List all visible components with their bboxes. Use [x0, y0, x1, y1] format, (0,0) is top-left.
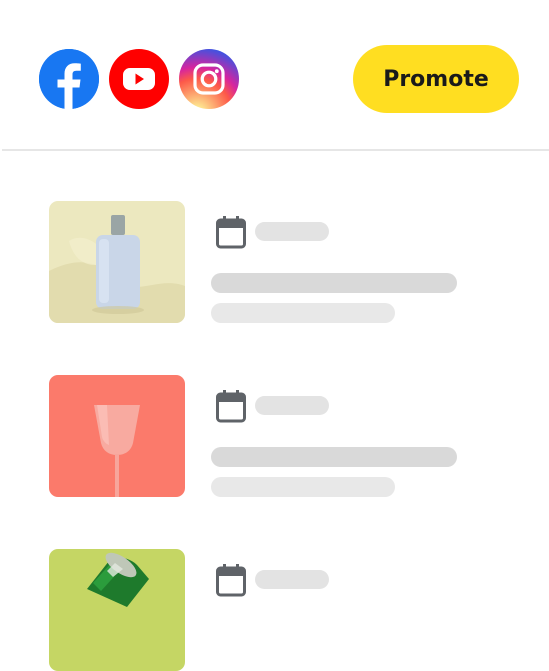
date-placeholder	[255, 222, 329, 241]
header-divider	[2, 149, 549, 151]
youtube-icon	[123, 68, 155, 90]
instagram-button[interactable]	[179, 49, 239, 109]
date-placeholder	[255, 570, 329, 589]
instagram-icon	[193, 63, 225, 95]
facebook-button[interactable]	[39, 49, 99, 109]
post-thumbnail	[49, 375, 185, 497]
title-placeholder	[211, 447, 457, 467]
calendar-icon	[216, 216, 246, 249]
post-thumbnail	[49, 201, 185, 323]
calendar-icon	[216, 564, 246, 597]
promote-button[interactable]: Promote	[353, 45, 519, 113]
subtitle-placeholder	[211, 303, 395, 323]
youtube-button[interactable]	[109, 49, 169, 109]
post-card[interactable]	[49, 375, 519, 497]
header: Promote	[0, 0, 549, 150]
post-card[interactable]	[49, 201, 519, 323]
post-thumbnail	[49, 549, 185, 671]
subtitle-placeholder	[211, 477, 395, 497]
calendar-icon	[216, 390, 246, 423]
title-placeholder	[211, 273, 457, 293]
facebook-icon	[39, 49, 99, 109]
date-placeholder	[255, 396, 329, 415]
post-card[interactable]	[49, 549, 519, 671]
